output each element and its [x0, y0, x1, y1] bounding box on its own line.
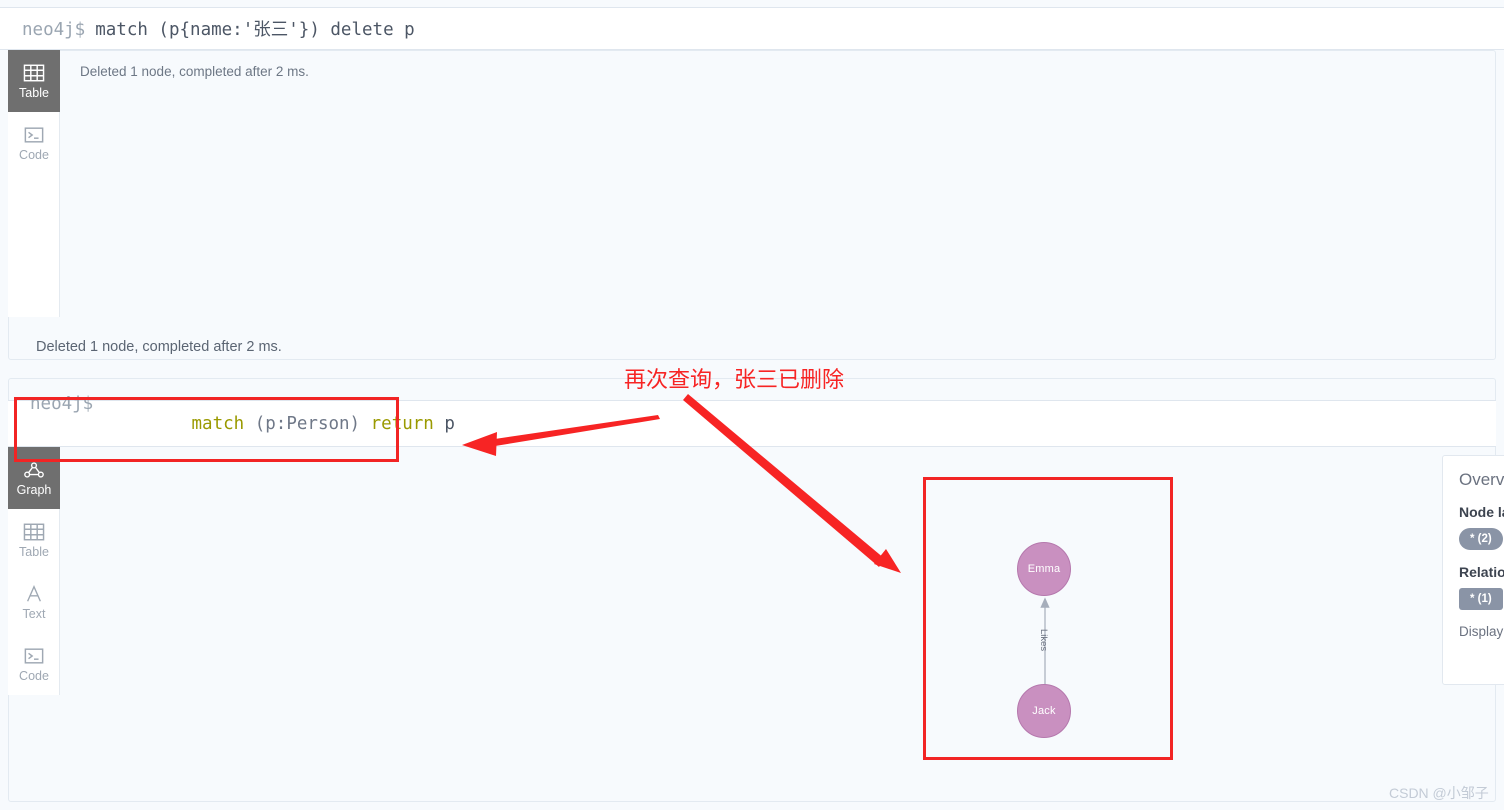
- relationship-types-heading: Relationship types: [1459, 564, 1504, 580]
- sidebar-item-label: Code: [19, 668, 49, 683]
- query-editor-text-1[interactable]: neo4j$ match (p{name:'张三'}) delete p: [0, 16, 415, 41]
- query-editor-bar-1[interactable]: neo4j$ match (p{name:'张三'}) delete p: [0, 7, 1504, 50]
- result-sidebar-2: Graph Table Text Code: [8, 447, 60, 695]
- query-text-1: match (p{name:'张三'}) delete p: [95, 20, 415, 40]
- sidebar-item-label: Code: [19, 147, 49, 162]
- graph-node-caption: Emma: [1027, 563, 1061, 575]
- graph-edges: [1040, 597, 1050, 689]
- query-token-keyword-1: match: [191, 413, 255, 434]
- query-editor-text-2[interactable]: neo4j$ match (p:Person) return p: [8, 394, 455, 454]
- graph-relationship-label: Likes: [1038, 629, 1049, 652]
- status-message-1: Deleted 1 node, completed after 2 ms.: [36, 339, 282, 355]
- query-token-keyword-2: return: [360, 413, 445, 434]
- relationship-chip-all[interactable]: * (1): [1459, 588, 1503, 610]
- app-root: neo4j$ match (p{name:'张三'}) delete p Tab…: [0, 0, 1504, 810]
- table-icon: [23, 522, 45, 542]
- sidebar-item-table-1[interactable]: Table: [8, 50, 60, 112]
- sidebar-item-code-2[interactable]: Code: [8, 633, 60, 695]
- watermark: CSDN @小邹子: [1389, 785, 1489, 801]
- graph-icon: [23, 460, 45, 480]
- result-sidebar-1: Table Code: [8, 50, 60, 317]
- graph-node-jack[interactable]: Jack: [1017, 684, 1071, 738]
- graph-node-emma[interactable]: Emma: [1017, 542, 1071, 596]
- editor-prompt: neo4j$: [30, 393, 94, 414]
- query-token-plain-2: p: [444, 413, 455, 434]
- node-label-chip-all[interactable]: * (2): [1459, 528, 1503, 550]
- annotation-note: 再次查询，张三已删除: [624, 367, 845, 392]
- query-editor-bar-2[interactable]: neo4j$ match (p:Person) return p: [8, 394, 1496, 447]
- sidebar-item-graph-2[interactable]: Graph: [8, 447, 60, 509]
- sidebar-item-label: Text: [22, 606, 46, 621]
- editor-prompt: neo4j$: [22, 20, 86, 40]
- overview-panel: Overview Node labels * (2) Person Relati…: [1442, 455, 1504, 685]
- relationship-type-chips: * (1) Likes: [1459, 588, 1504, 610]
- node-label-chips: * (2) Person: [1459, 528, 1504, 550]
- result-message-1: Deleted 1 node, completed after 2 ms.: [80, 64, 309, 79]
- displaying-text: Displaying 2 nodes, 1 relationships.: [1459, 624, 1504, 639]
- sidebar-item-text-2[interactable]: Text: [8, 571, 60, 633]
- query-token-plain-1: (p:Person): [254, 413, 361, 434]
- sidebar-item-table-2[interactable]: Table: [8, 509, 60, 571]
- sidebar-item-code-1[interactable]: Code: [8, 112, 60, 174]
- graph-node-caption: Jack: [1032, 705, 1056, 717]
- sidebar-item-label: Table: [19, 544, 49, 559]
- sidebar-item-label: Graph: [16, 482, 52, 497]
- text-icon: [23, 584, 45, 604]
- result-card-1: [8, 50, 1496, 360]
- sidebar-item-label: Table: [19, 85, 49, 100]
- graph-visualization[interactable]: Emma Jack Likes: [60, 447, 1440, 802]
- node-labels-heading: Node labels: [1459, 504, 1504, 520]
- table-icon: [23, 63, 45, 83]
- overview-title: Overview: [1459, 470, 1504, 489]
- code-icon: [23, 125, 45, 145]
- code-icon: [23, 646, 45, 666]
